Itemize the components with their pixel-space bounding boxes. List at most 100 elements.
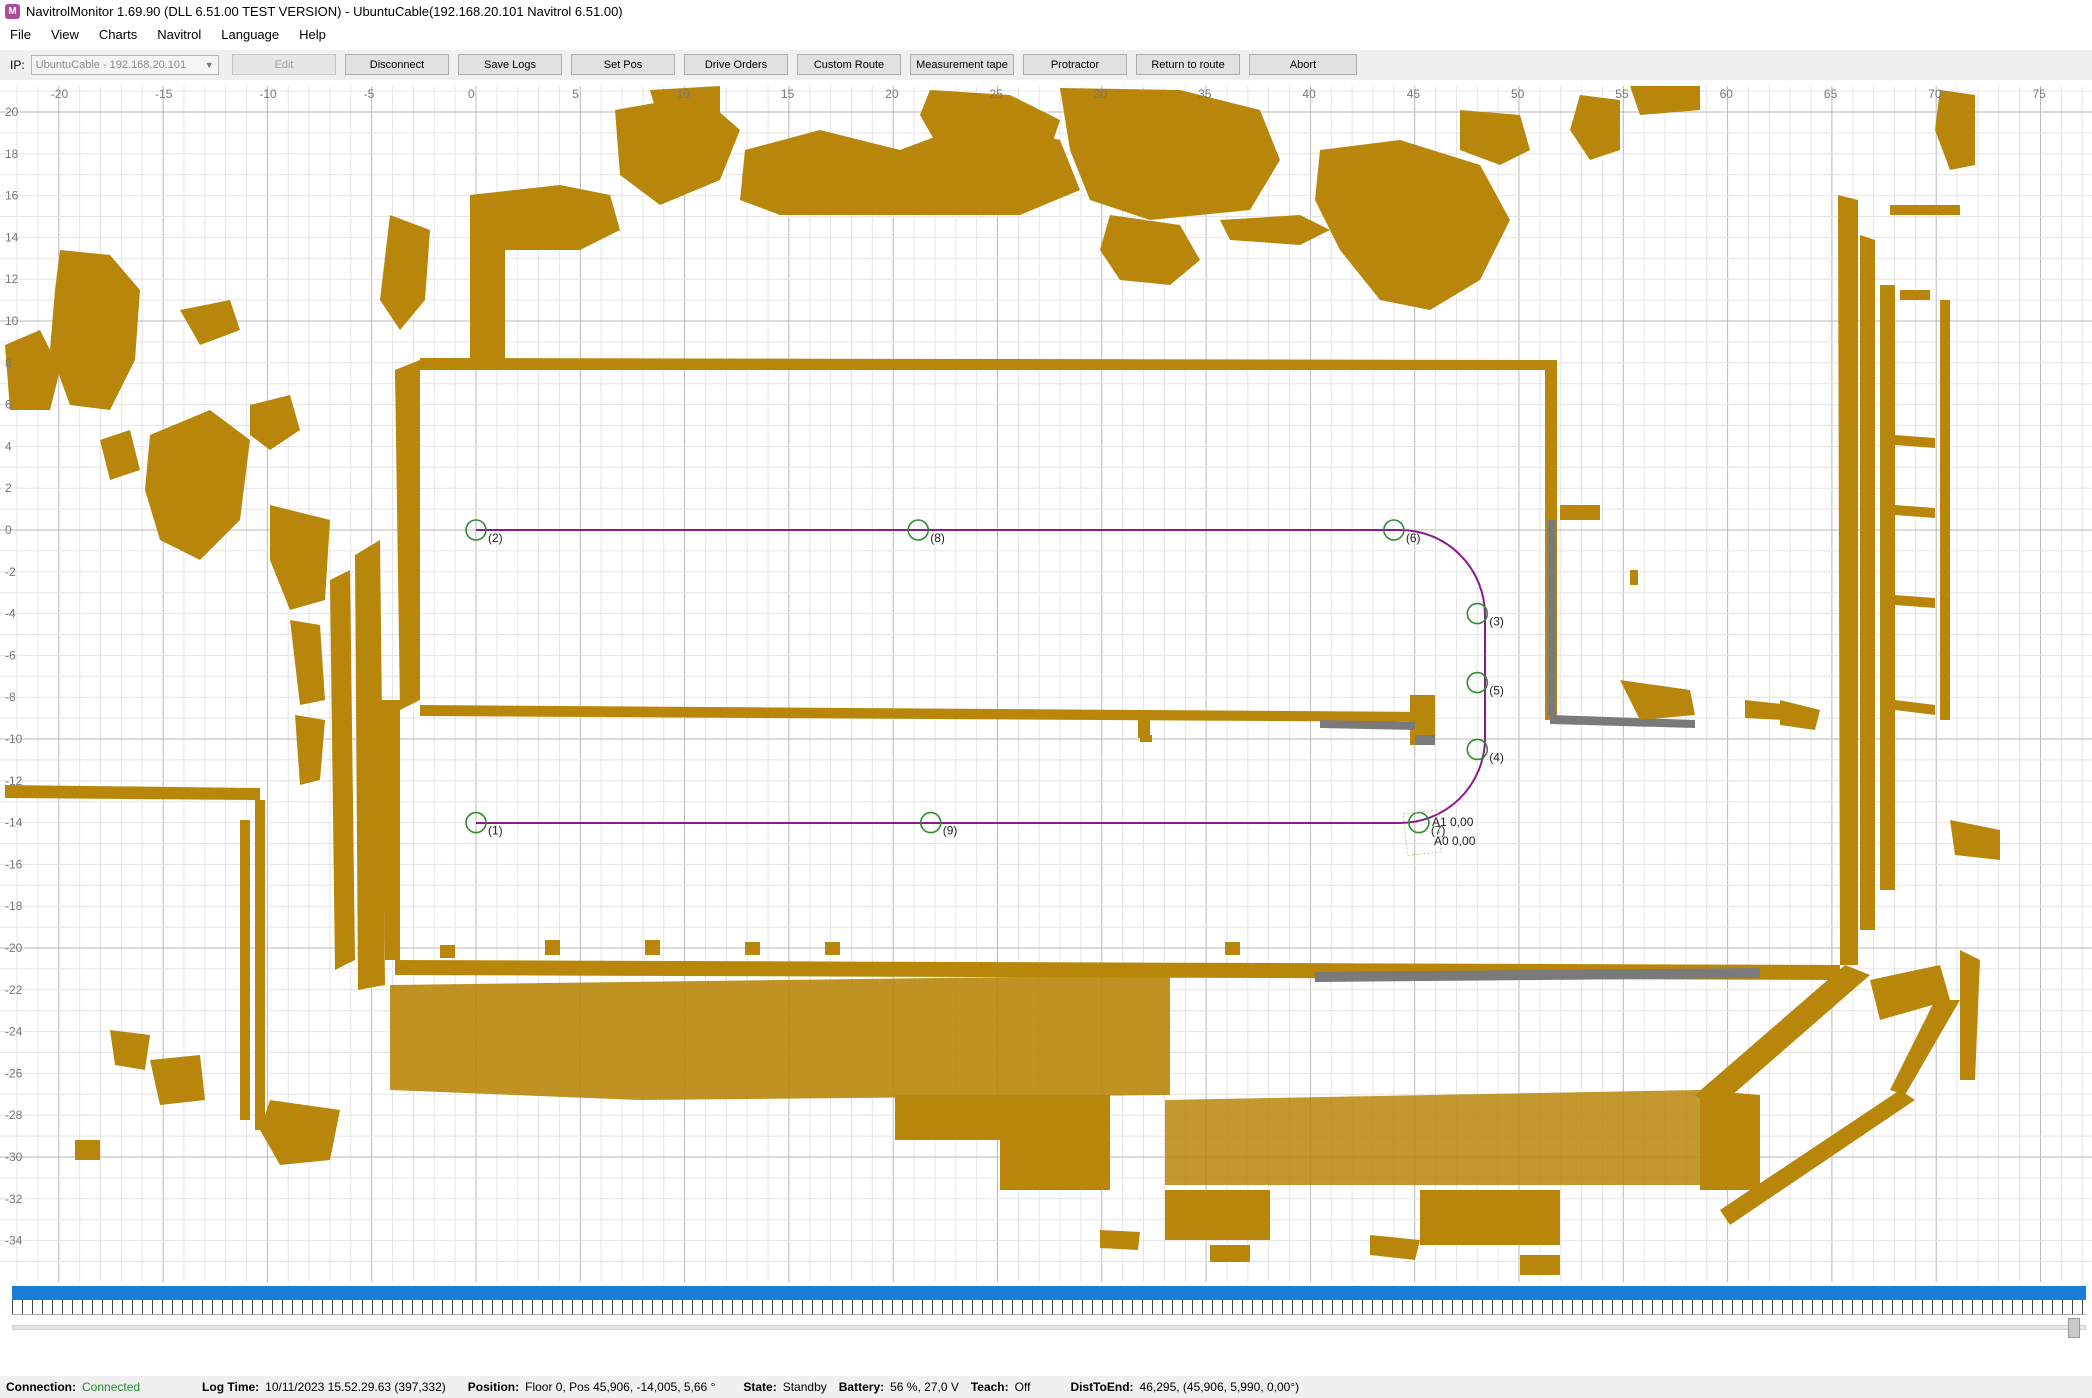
scan-blob bbox=[1315, 140, 1510, 310]
scan-blob bbox=[645, 940, 660, 955]
scan-wall bbox=[470, 195, 505, 360]
protractor-button[interactable]: Protractor bbox=[1023, 54, 1127, 75]
scan-wall bbox=[1838, 195, 1858, 965]
y-tick-label: -14 bbox=[5, 816, 23, 830]
scan-wall bbox=[1860, 235, 1875, 930]
x-tick-label: 70 bbox=[1928, 87, 1942, 101]
scan-blob bbox=[1950, 820, 2000, 860]
scan-blob bbox=[255, 800, 265, 1130]
waypoint-label: (4) bbox=[1489, 750, 1504, 764]
save-logs-button[interactable]: Save Logs bbox=[458, 54, 562, 75]
scan-wall bbox=[355, 540, 385, 990]
menu-charts[interactable]: Charts bbox=[89, 22, 147, 48]
y-tick-label: 0 bbox=[5, 523, 12, 537]
title-bar: M NavitrolMonitor 1.69.90 (DLL 6.51.00 T… bbox=[0, 0, 2092, 22]
scan-blob bbox=[100, 430, 140, 480]
y-tick-label: -4 bbox=[5, 607, 16, 621]
menu-language[interactable]: Language bbox=[211, 22, 289, 48]
y-tick-label: 4 bbox=[5, 439, 12, 453]
y-tick-label: -26 bbox=[5, 1066, 23, 1080]
scan-wall bbox=[1695, 965, 1870, 1110]
scan-blob bbox=[75, 1140, 100, 1160]
drive-orders-button[interactable]: Drive Orders bbox=[684, 54, 788, 75]
scan-racks bbox=[895, 1095, 1000, 1140]
ip-select[interactable]: UbuntuCable - 192.168.20.101 ▼ bbox=[30, 55, 219, 75]
menu-view[interactable]: View bbox=[41, 22, 89, 48]
x-tick-label: 40 bbox=[1302, 87, 1316, 101]
y-tick-label: -18 bbox=[5, 899, 23, 913]
scan-blob bbox=[290, 620, 325, 705]
y-tick-label: -12 bbox=[5, 774, 23, 788]
x-tick-label: 0 bbox=[468, 87, 475, 101]
x-tick-label: 60 bbox=[1720, 87, 1734, 101]
vehicle-label-a0: A0 0,00 bbox=[1434, 834, 1476, 848]
scan-blob bbox=[180, 300, 240, 345]
abort-button[interactable]: Abort bbox=[1249, 54, 1357, 75]
scan-blob bbox=[1220, 215, 1330, 245]
return-to-route-button[interactable]: Return to route bbox=[1136, 54, 1240, 75]
ip-label: IP: bbox=[10, 58, 25, 72]
x-tick-label: 55 bbox=[1615, 87, 1629, 101]
menu-file[interactable]: File bbox=[0, 22, 41, 48]
connection-value: Connected bbox=[82, 1380, 141, 1394]
chevron-down-icon: ▼ bbox=[204, 60, 214, 70]
scan-blob bbox=[5, 785, 260, 800]
map-canvas[interactable]: -20 -15 -10 -5 0 5 10 15 20 25 30 35 40 45 50 55 60 65 70 7… bbox=[0, 86, 2092, 1282]
scan-blob bbox=[250, 395, 300, 450]
scan-blob bbox=[1140, 735, 1152, 742]
state-label: State: bbox=[743, 1380, 777, 1394]
disttoend-label: DistToEnd: bbox=[1070, 1380, 1134, 1394]
y-tick-label: 2 bbox=[5, 481, 12, 495]
y-tick-label: 14 bbox=[5, 230, 19, 244]
slider-thumb[interactable] bbox=[2068, 1318, 2080, 1338]
scan-wall bbox=[1890, 205, 1960, 215]
x-tick-label: -20 bbox=[51, 87, 69, 101]
timeline-slider[interactable] bbox=[12, 1316, 2086, 1338]
vehicle-label-a1: A1 0,00 bbox=[1432, 815, 1474, 829]
y-tick-label: -28 bbox=[5, 1108, 23, 1122]
menu-help[interactable]: Help bbox=[289, 22, 336, 48]
menu-navitrol[interactable]: Navitrol bbox=[147, 22, 211, 48]
scan-gray bbox=[1415, 735, 1435, 745]
navitrol-app-icon: M bbox=[5, 3, 20, 19]
waypoint-label: (8) bbox=[930, 531, 945, 545]
scan-wall bbox=[1880, 285, 1895, 890]
disconnect-button[interactable]: Disconnect bbox=[345, 54, 449, 75]
status-bar: Connection: Connected Log Time: 10/11/20… bbox=[0, 1376, 2092, 1398]
scan-blob bbox=[1630, 570, 1638, 585]
y-tick-label: -6 bbox=[5, 648, 16, 662]
x-tick-label: 50 bbox=[1511, 87, 1525, 101]
waypoint-label: (2) bbox=[488, 531, 503, 545]
vehicle-marker[interactable]: A1 0,00 A0 0,00 bbox=[1402, 809, 1476, 856]
y-tick-label: -8 bbox=[5, 690, 16, 704]
y-tick-label: -2 bbox=[5, 565, 16, 579]
scan-wall bbox=[1895, 505, 1935, 518]
x-tick-label: 5 bbox=[572, 87, 579, 101]
scan-blob bbox=[1960, 950, 1980, 1080]
scan-blob bbox=[1520, 1255, 1560, 1275]
set-pos-button[interactable]: Set Pos bbox=[571, 54, 675, 75]
measurement-tape-button[interactable]: Measurement tape bbox=[910, 54, 1014, 75]
y-tick-label: 18 bbox=[5, 147, 19, 161]
scan-blob bbox=[1630, 86, 1700, 115]
edit-button[interactable]: Edit bbox=[232, 54, 336, 75]
scan-blob bbox=[1225, 942, 1240, 955]
scan-wall bbox=[1545, 360, 1557, 520]
x-tick-label: 15 bbox=[781, 87, 795, 101]
scan-wall bbox=[1620, 680, 1695, 720]
scan-racks bbox=[1165, 1090, 1700, 1185]
scan-racks bbox=[1420, 1190, 1560, 1245]
scan-blob bbox=[150, 1055, 205, 1105]
toolbar: IP: UbuntuCable - 192.168.20.101 ▼ Edit … bbox=[0, 50, 2092, 80]
scan-racks bbox=[390, 975, 1170, 1100]
custom-route-button[interactable]: Custom Route bbox=[797, 54, 901, 75]
slider-track bbox=[12, 1325, 2086, 1330]
map-svg[interactable]: -20 -15 -10 -5 0 5 10 15 20 25 30 35 40 45 50 55 60 65 70 7… bbox=[0, 86, 2092, 1282]
scan-blob bbox=[1575, 512, 1590, 520]
scan-blob bbox=[1210, 1245, 1250, 1262]
y-tick-label: -32 bbox=[5, 1192, 23, 1206]
log-timeline-bar[interactable] bbox=[12, 1286, 2086, 1300]
scan-blob bbox=[1060, 88, 1280, 220]
y-tick-label: 8 bbox=[5, 356, 12, 370]
x-tick-label: 10 bbox=[677, 87, 691, 101]
